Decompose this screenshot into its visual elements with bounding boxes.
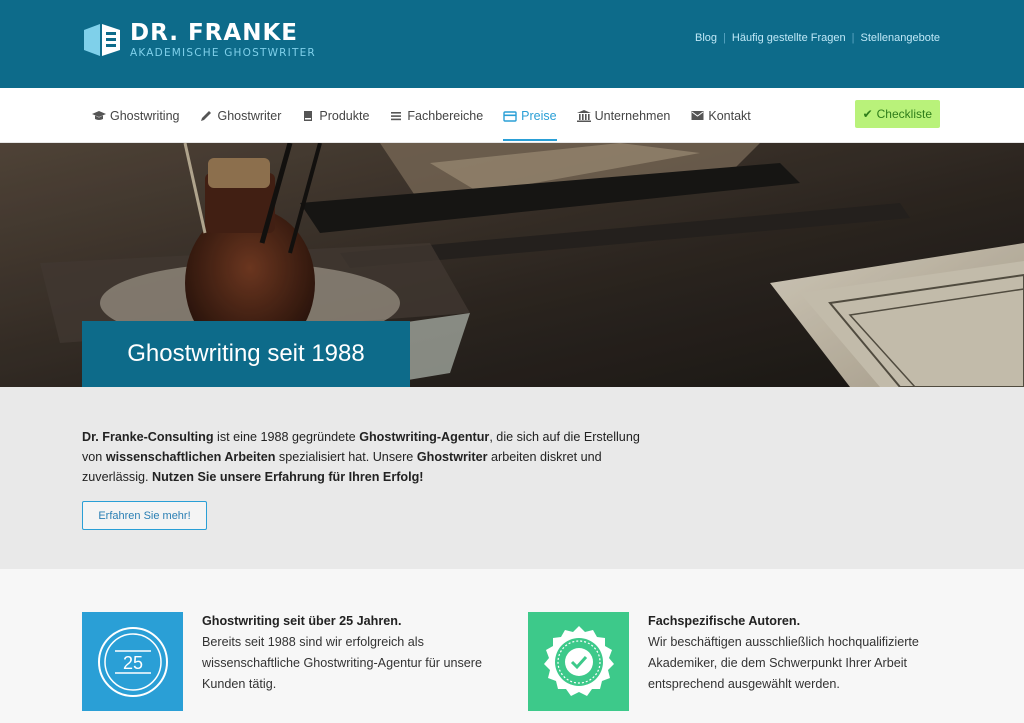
- hero-title-box: Ghostwriting seit 1988: [82, 321, 410, 387]
- feature-badge-25-icon: 25: [82, 612, 183, 711]
- book-icon: [301, 110, 315, 122]
- nav-label: Preise: [521, 108, 557, 123]
- nav-item-ghostwriting[interactable]: Ghostwriting: [92, 88, 179, 143]
- nav-item-produkte[interactable]: Produkte: [301, 88, 369, 143]
- logo-subtitle: AKADEMISCHE GHOSTWRITER: [130, 47, 316, 59]
- link-blog[interactable]: Blog: [695, 32, 717, 44]
- logo[interactable]: DR. FRANKE AKADEMISCHE GHOSTWRITER: [82, 20, 316, 60]
- feature-experience: 25 Ghostwriting seit über 25 Jahren. Ber…: [82, 612, 502, 711]
- intro-bold: Ghostwriter: [416, 450, 488, 464]
- certified-seal-icon: [528, 612, 629, 711]
- main-navigation: Ghostwriting Ghostwriter Produkte Fachbe…: [0, 88, 1024, 143]
- feature-title: Fachspezifische Autoren.: [648, 614, 801, 628]
- features-section: 25 Ghostwriting seit über 25 Jahren. Ber…: [0, 569, 1024, 723]
- nav-item-kontakt[interactable]: Kontakt: [690, 88, 751, 143]
- link-jobs[interactable]: Stellenangebote: [860, 32, 940, 44]
- intro-section: Dr. Franke-Consulting ist eine 1988 gegr…: [0, 387, 1024, 569]
- checklist-button[interactable]: ✔ Checkliste: [854, 100, 940, 128]
- hero-title: Ghostwriting seit 1988: [127, 340, 365, 367]
- top-header: DR. FRANKE AKADEMISCHE GHOSTWRITER Blog …: [0, 0, 1024, 88]
- credit-card-icon: [503, 110, 517, 122]
- feature-text: Bereits seit 1988 sind wir erfolgreich a…: [202, 635, 482, 691]
- logo-title: DR. FRANKE: [130, 20, 298, 46]
- intro-bold: wissenschaftlichen Arbeiten: [105, 450, 276, 464]
- graduation-cap-icon: [92, 110, 106, 122]
- pencil-icon: [199, 110, 213, 122]
- nav-label: Kontakt: [708, 108, 751, 123]
- intro-bold: Dr. Franke-Consulting: [82, 430, 214, 444]
- learn-more-button[interactable]: Erfahren Sie mehr!: [82, 501, 207, 530]
- badge-number: 25: [122, 653, 142, 673]
- intro-text: ist eine 1988 gegründete: [213, 430, 360, 444]
- feature-authors: Fachspezifische Autoren. Wir beschäftige…: [528, 612, 958, 711]
- nav-item-unternehmen[interactable]: Unternehmen: [576, 88, 671, 143]
- envelope-icon: [690, 110, 704, 122]
- nav-label: Unternehmen: [594, 108, 671, 123]
- link-separator: |: [723, 32, 726, 44]
- nav-label: Ghostwriter: [217, 108, 282, 123]
- link-separator: |: [851, 32, 855, 44]
- feature-text: Wir beschäftigen ausschließlich hochqual…: [648, 635, 919, 691]
- nav-item-fachbereiche[interactable]: Fachbereiche: [389, 88, 483, 143]
- nav-item-preise[interactable]: Preise: [503, 88, 558, 143]
- institution-icon: [576, 109, 591, 122]
- list-icon: [389, 110, 403, 122]
- top-links: Blog | Häufig gestellte Fragen | Stellen…: [695, 32, 940, 44]
- book-logo-icon: [84, 24, 120, 56]
- nav-label: Fachbereiche: [407, 108, 484, 123]
- nav-label: Ghostwriting: [110, 108, 180, 123]
- intro-paragraph: Dr. Franke-Consulting ist eine 1988 gegr…: [82, 427, 642, 487]
- intro-bold: Ghostwriting-Agentur: [359, 430, 490, 444]
- hero-banner: Ghostwriting seit 1988: [0, 143, 1024, 387]
- intro-text: spezialisiert hat. Unsere: [275, 450, 417, 464]
- checkmark-icon: ✔: [862, 107, 873, 121]
- nav-label: Produkte: [319, 108, 370, 123]
- intro-bold: Nutzen Sie unsere Erfahrung für Ihren Er…: [152, 470, 424, 484]
- link-faq[interactable]: Häufig gestellte Fragen: [732, 32, 846, 44]
- checklist-label: Checkliste: [876, 107, 932, 121]
- nav-item-ghostwriter[interactable]: Ghostwriter: [199, 88, 281, 143]
- feature-title: Ghostwriting seit über 25 Jahren.: [202, 614, 402, 628]
